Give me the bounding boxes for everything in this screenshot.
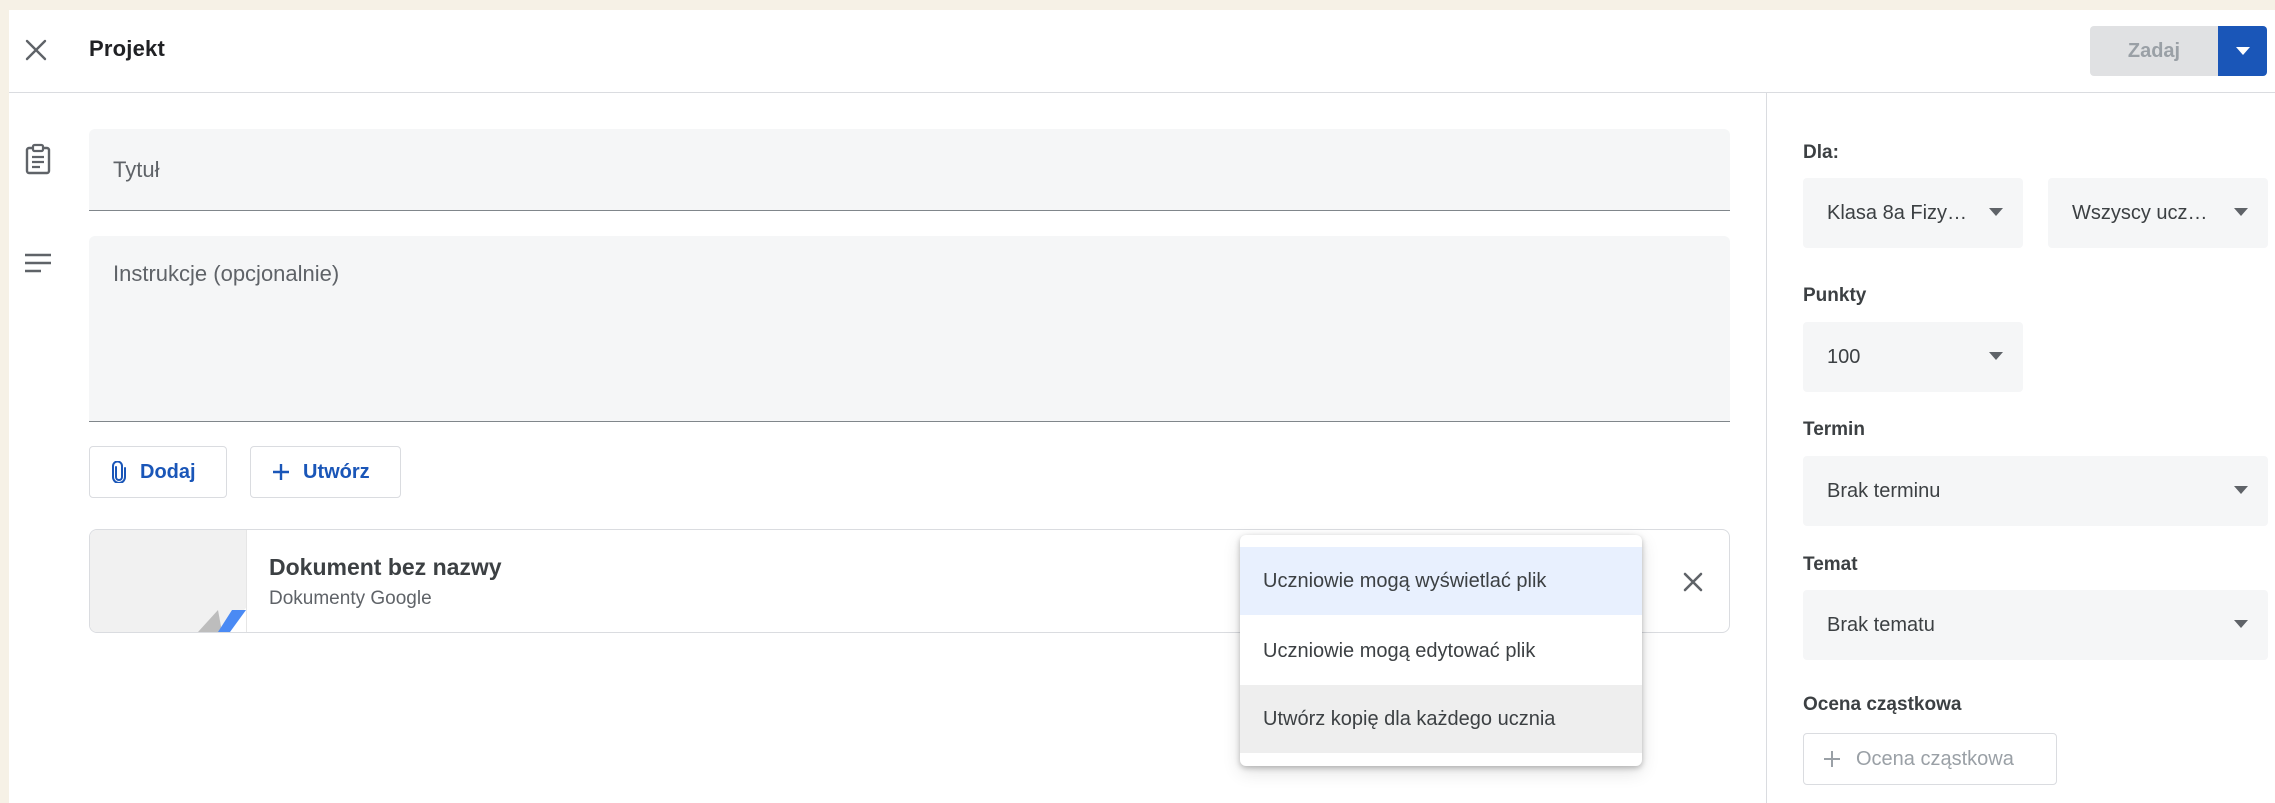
- assign-options-button[interactable]: [2218, 26, 2267, 76]
- add-attachment-button[interactable]: Dodaj: [89, 446, 227, 498]
- add-grading-category-button[interactable]: Ocena cząstkowa: [1803, 733, 2057, 785]
- points-label: Punkty: [1803, 285, 1867, 306]
- share-options-menu: Uczniowie mogą wyświetlać plik Uczniowie…: [1240, 535, 1642, 766]
- attachment-name: Dokument bez nazwy: [269, 554, 502, 580]
- grading-button-label: Ocena cząstkowa: [1856, 747, 2014, 770]
- plus-icon: [1824, 751, 1840, 767]
- dropdown-arrow-icon: [2234, 208, 2248, 216]
- due-label: Termin: [1803, 419, 1865, 440]
- menu-item-view[interactable]: Uczniowie mogą wyświetlać plik: [1240, 547, 1642, 615]
- menu-item-edit[interactable]: Uczniowie mogą edytować plik: [1240, 617, 1642, 685]
- settings-panel: Dla: Klasa 8a Fizy… Wszyscy ucz… Punkty …: [1766, 93, 2275, 803]
- assignment-editor: Projekt Zadaj Tytuł Instrukcje (opcjonal…: [9, 10, 2275, 803]
- topic-select-value: Brak tematu: [1827, 613, 1935, 636]
- menu-item-label: Utwórz kopię dla każdego ucznia: [1263, 707, 1556, 730]
- dropdown-arrow-icon: [1989, 208, 2003, 216]
- notes-icon: [21, 248, 55, 278]
- menu-item-copy[interactable]: Utwórz kopię dla każdego ucznia: [1240, 685, 1642, 753]
- create-label: Utwórz: [303, 460, 370, 483]
- plus-icon: [273, 464, 289, 480]
- title-placeholder: Tytuł: [113, 157, 160, 182]
- due-select-value: Brak terminu: [1827, 479, 1941, 502]
- dropdown-arrow-icon: [2234, 620, 2248, 628]
- menu-item-label: Uczniowie mogą edytować plik: [1263, 639, 1536, 662]
- class-select[interactable]: Klasa 8a Fizy…: [1803, 178, 2023, 248]
- dropdown-arrow-icon: [2235, 47, 2250, 55]
- menu-item-label: Uczniowie mogą wyświetlać plik: [1263, 569, 1547, 592]
- students-select[interactable]: Wszyscy ucz…: [2048, 178, 2268, 248]
- dropdown-arrow-icon: [1989, 352, 2003, 360]
- top-bar: Projekt Zadaj: [9, 10, 2275, 93]
- due-select[interactable]: Brak terminu: [1803, 456, 2268, 526]
- close-icon: [25, 39, 47, 61]
- remove-attachment-button[interactable]: [1671, 560, 1715, 604]
- assign-button[interactable]: Zadaj: [2090, 26, 2218, 76]
- document-thumbnail: [90, 530, 247, 632]
- points-select[interactable]: 100: [1803, 322, 2023, 392]
- page-title: Projekt: [89, 36, 165, 61]
- points-select-value: 100: [1827, 345, 1861, 368]
- add-label: Dodaj: [140, 460, 196, 483]
- grading-label: Ocena cząstkowa: [1803, 694, 1962, 715]
- attachment-type: Dokumenty Google: [269, 588, 432, 609]
- class-select-value: Klasa 8a Fizy…: [1827, 201, 1968, 224]
- for-label: Dla:: [1803, 142, 1839, 163]
- paperclip-icon: [112, 461, 126, 483]
- close-icon: [1683, 572, 1703, 592]
- topic-select[interactable]: Brak tematu: [1803, 590, 2268, 660]
- students-select-value: Wszyscy ucz…: [2072, 201, 2208, 224]
- assignment-icon: [21, 140, 55, 178]
- topic-label: Temat: [1803, 554, 1858, 575]
- dropdown-arrow-icon: [2234, 486, 2248, 494]
- create-button[interactable]: Utwórz: [250, 446, 401, 498]
- instructions-field[interactable]: Instrukcje (opcjonalnie): [89, 236, 1730, 422]
- title-field[interactable]: Tytuł: [89, 129, 1730, 211]
- instructions-placeholder: Instrukcje (opcjonalnie): [113, 261, 340, 286]
- close-button[interactable]: [13, 27, 59, 73]
